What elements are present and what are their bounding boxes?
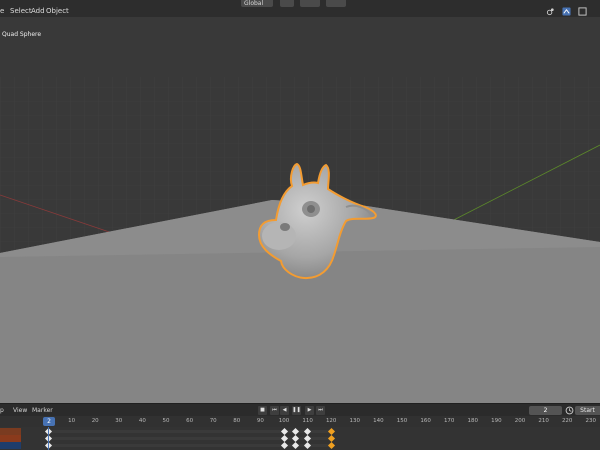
ruler-tick-label: 130 — [349, 418, 361, 424]
play-button[interactable]: ▶ — [305, 406, 314, 415]
play-reverse-button[interactable]: ◀ — [280, 406, 289, 415]
ruler-tick-label: 120 — [325, 418, 337, 424]
ruler-tick-label: 110 — [302, 418, 313, 424]
proportional-edit-button[interactable] — [326, 0, 346, 7]
ruler-tick-label: 70 — [209, 418, 217, 424]
cow-eye — [307, 205, 315, 213]
cow-nostril — [280, 223, 290, 231]
pivot-point-button[interactable] — [280, 0, 294, 7]
timeline-ruler[interactable]: 10 20 30 40 50 60 70 80 90 100 110 120 130 140 150 160 1… — [0, 416, 600, 427]
track-row[interactable] — [0, 435, 600, 442]
ruler-tick-label: 30 — [115, 418, 123, 424]
ruler-tick-label: 150 — [396, 418, 408, 424]
current-frame-field[interactable]: 2 — [529, 406, 562, 415]
orientation-label: Global — [244, 0, 264, 7]
ruler-tick-label: 200 — [514, 418, 526, 424]
ruler-tick-label: 80 — [233, 418, 241, 424]
track-range-bar — [46, 437, 332, 440]
track-range-bar — [46, 430, 332, 433]
track-color-swatch — [0, 442, 21, 449]
overlay-icon[interactable] — [562, 7, 571, 16]
track-row[interactable] — [0, 442, 600, 449]
snap-button[interactable] — [300, 0, 320, 7]
ruler-tick-label: 180 — [467, 418, 479, 424]
ruler-tick-label: 230 — [585, 418, 597, 424]
ruler-tick-label: 40 — [138, 418, 146, 424]
ruler-tick-label: 60 — [186, 418, 194, 424]
clock-icon[interactable] — [565, 406, 574, 415]
menu-add[interactable]: Add — [31, 6, 45, 16]
ruler-tick-label: 20 — [91, 418, 99, 424]
xray-icon[interactable] — [578, 7, 587, 16]
jump-start-button[interactable]: ⏮ — [270, 406, 279, 415]
playhead-line[interactable] — [48, 427, 49, 450]
timeline-menu-playback[interactable]: p — [0, 406, 4, 415]
track-range-bar — [46, 444, 332, 447]
start-frame-field[interactable]: Start — [575, 406, 600, 415]
timeline-menu-marker[interactable]: Marker — [32, 406, 53, 415]
ruler-tick-label: 190 — [491, 418, 502, 424]
timeline-menu-view[interactable]: View — [13, 406, 27, 415]
ruler-tick-label: 140 — [373, 418, 384, 424]
menu-object[interactable]: Object — [46, 6, 69, 16]
jump-end-button[interactable]: ⏭ — [316, 406, 325, 415]
transform-orientation-dropdown[interactable]: Global — [241, 0, 273, 7]
active-object-label: Quad Sphere — [2, 31, 42, 38]
pause-button[interactable]: ❚❚ — [292, 406, 301, 415]
ruler-tick-label: 90 — [256, 418, 264, 424]
ruler-tick-label: 170 — [443, 418, 455, 424]
ruler-tick-label: 100 — [278, 418, 290, 424]
track-row[interactable] — [0, 428, 600, 435]
menu-view[interactable]: e — [0, 6, 4, 16]
ruler-tick-label: 160 — [420, 418, 431, 424]
timeline-tracks[interactable] — [0, 427, 600, 450]
menu-select[interactable]: Select — [10, 6, 32, 16]
ruler-tick-label: 220 — [561, 418, 573, 424]
ruler-tick-label: 10 — [68, 418, 76, 424]
cow-snout — [262, 222, 296, 250]
viewport-shading-icon[interactable] — [546, 7, 555, 16]
record-button[interactable]: ■ — [258, 406, 267, 415]
track-color-swatch — [0, 435, 21, 442]
track-color-swatch — [0, 428, 21, 435]
timeline-header: p View Marker ■ ⏮ ◀ ❚❚ ▶ ⏭ 2 Start — [0, 403, 600, 416]
ruler-tick-label: 210 — [538, 418, 549, 424]
ruler-tick-label: 50 — [162, 418, 170, 424]
current-frame-badge[interactable]: 2 — [43, 417, 55, 426]
viewport-header: e Select Add Object Global — [0, 0, 600, 17]
3d-viewport[interactable]: Quad Sphere — [0, 17, 600, 403]
viewport-scene — [0, 77, 600, 403]
